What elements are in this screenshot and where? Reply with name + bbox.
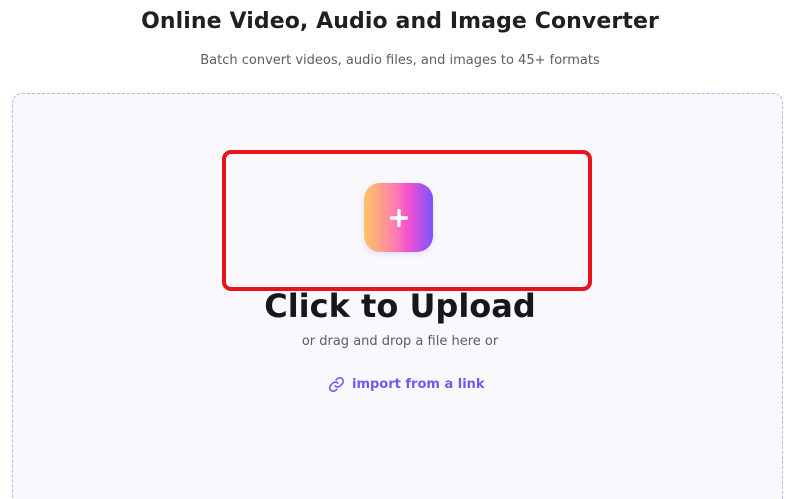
link-icon	[328, 376, 345, 393]
page-title: Online Video, Audio and Image Converter	[141, 9, 659, 34]
page-subtitle: Batch convert videos, audio files, and i…	[200, 53, 600, 68]
converter-page: Online Video, Audio and Image Converter …	[0, 0, 800, 499]
import-from-link[interactable]: import from a link	[328, 374, 485, 394]
upload-button[interactable]	[364, 183, 433, 252]
plus-icon	[389, 208, 409, 228]
drag-drop-hint: or drag and drop a file here or	[301, 334, 499, 349]
import-link-label[interactable]: import from a link	[352, 377, 485, 392]
click-to-upload-label[interactable]: Click to Upload	[0, 287, 800, 325]
